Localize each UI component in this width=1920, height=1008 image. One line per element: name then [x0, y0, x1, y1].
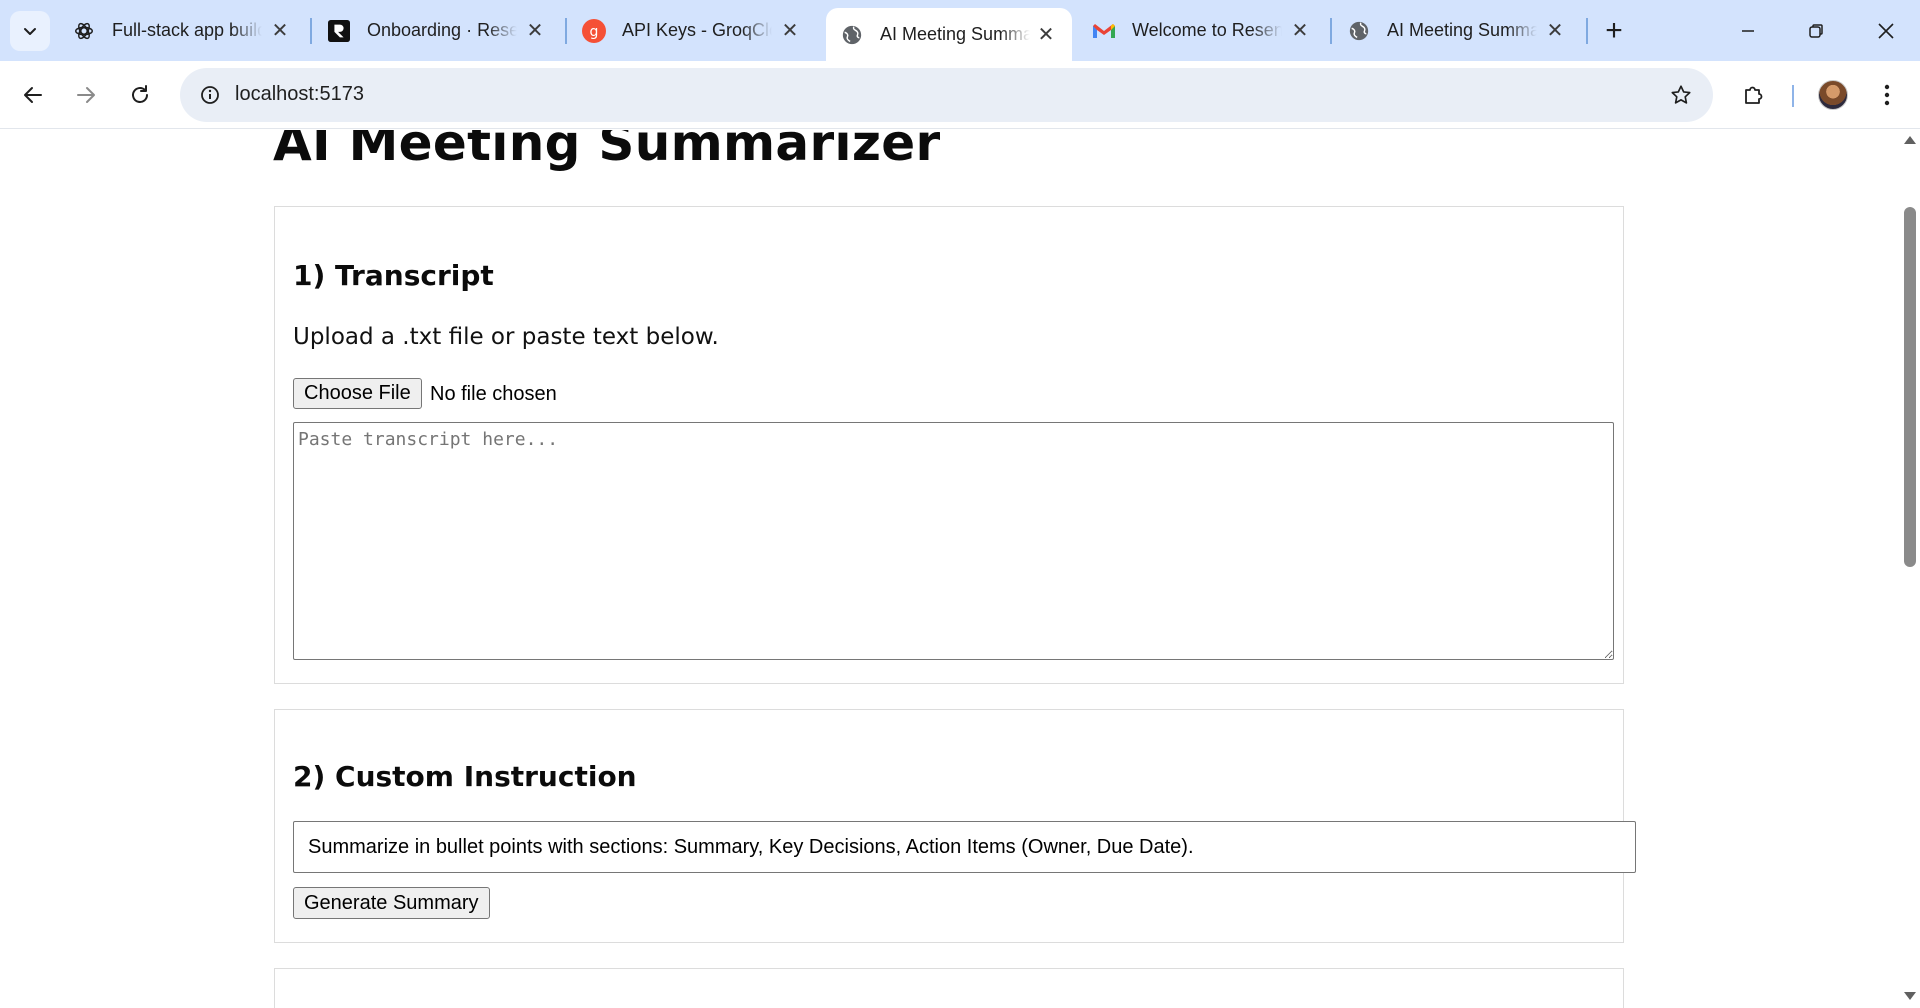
generate-summary-button[interactable]: Generate Summary [293, 887, 490, 919]
transcript-card: 1) Transcript Upload a .txt file or past… [274, 206, 1624, 684]
kebab-menu-icon [1884, 84, 1890, 106]
tab-separator [1330, 18, 1332, 44]
transcript-hint: Upload a .txt file or paste text below. [293, 324, 719, 350]
avatar [1818, 80, 1848, 110]
tab-welcome-to-resend[interactable]: Welcome to Resend ✕ [1078, 8, 1326, 53]
file-status: No file chosen [430, 383, 557, 405]
url-text[interactable]: localhost:5173 [235, 83, 364, 106]
svg-text:g: g [590, 24, 599, 40]
new-tab-button[interactable]: + [1598, 14, 1630, 47]
globe-icon [840, 23, 864, 47]
tab-onboarding-resend[interactable]: Onboarding · Resend ✕ [313, 8, 561, 53]
gmail-icon [1092, 19, 1116, 43]
bookmark-star-icon[interactable] [1665, 79, 1697, 111]
tab-api-keys-groqcloud[interactable]: g API Keys - GroqCloud ✕ [568, 8, 816, 53]
menu-button[interactable] [1867, 75, 1907, 115]
tab-title: AI Meeting Summarizer [880, 24, 1030, 44]
tab-strip: Full-stack app builder ✕ Onboarding · Re… [0, 0, 1920, 61]
tab-title: AI Meeting Summarizer [1387, 20, 1537, 40]
extensions-button[interactable] [1734, 75, 1774, 115]
groq-icon: g [582, 18, 606, 43]
page-title: AI Meeting Summarizer [273, 130, 941, 172]
scrollbar-thumb[interactable] [1904, 207, 1916, 567]
globe-icon [1347, 19, 1371, 43]
plus-icon: + [1605, 14, 1623, 47]
tab-title: Welcome to Resend [1132, 20, 1282, 40]
close-icon[interactable]: ✕ [1288, 19, 1312, 43]
back-button[interactable] [13, 75, 53, 115]
restore-button[interactable] [1782, 0, 1850, 61]
minimize-icon [1742, 29, 1754, 32]
resend-icon [327, 19, 351, 43]
tab-title: API Keys - GroqCloud [622, 20, 772, 40]
close-icon[interactable]: ✕ [268, 19, 292, 43]
browser-toolbar: localhost:5173 [0, 61, 1920, 129]
address-bar[interactable]: localhost:5173 [180, 68, 1713, 122]
instruction-heading: 2) Custom Instruction [293, 760, 637, 793]
tab-separator [310, 18, 312, 44]
tab-full-stack-app-builder[interactable]: Full-stack app builder ✕ [58, 8, 306, 53]
profile-button[interactable] [1813, 75, 1853, 115]
tab-title: Full-stack app builder [112, 20, 262, 40]
forward-button[interactable] [66, 75, 106, 115]
page-viewport: AI Meeting Summarizer 1) Transcript Uplo… [0, 130, 1900, 1008]
reload-button[interactable] [120, 75, 160, 115]
close-window-button[interactable] [1852, 0, 1920, 61]
arrow-right-icon [77, 87, 95, 103]
instruction-value: Summarize in bullet points with sections… [308, 835, 1194, 858]
openai-icon [72, 19, 96, 43]
close-icon[interactable]: ✕ [1543, 19, 1567, 43]
scroll-down-arrow-icon[interactable] [1904, 992, 1916, 1000]
toolbar-divider [1792, 85, 1794, 107]
restore-icon [1809, 23, 1823, 38]
scroll-up-arrow-icon[interactable] [1904, 136, 1916, 144]
instruction-input[interactable]: Summarize in bullet points with sections… [293, 821, 1636, 873]
output-card [274, 968, 1624, 1008]
transcript-textarea[interactable] [293, 422, 1614, 660]
tab-search-button[interactable] [10, 11, 50, 51]
transcript-heading: 1) Transcript [293, 259, 494, 292]
tab-ai-meeting-summarizer[interactable]: AI Meeting Summarizer ✕ [1333, 8, 1581, 53]
close-icon[interactable]: ✕ [1034, 23, 1058, 47]
tab-title: Onboarding · Resend [367, 20, 517, 40]
puzzle-icon [1745, 86, 1763, 104]
close-icon[interactable]: ✕ [523, 19, 547, 43]
page-scrollbar[interactable] [1900, 130, 1920, 1008]
close-icon[interactable]: ✕ [778, 19, 802, 43]
chevron-down-icon [24, 28, 36, 35]
tab-ai-meeting-summarizer-active[interactable]: AI Meeting Summarizer ✕ [826, 8, 1072, 61]
reload-icon [132, 85, 148, 103]
site-info-icon[interactable] [194, 79, 226, 111]
minimize-button[interactable] [1714, 0, 1782, 61]
arrow-left-icon [24, 87, 42, 103]
close-icon [1878, 22, 1894, 39]
tab-separator [565, 18, 567, 44]
instruction-card: 2) Custom Instruction Summarize in bulle… [274, 709, 1636, 943]
choose-file-button[interactable]: Choose File [293, 378, 422, 409]
tab-separator [1586, 18, 1588, 44]
